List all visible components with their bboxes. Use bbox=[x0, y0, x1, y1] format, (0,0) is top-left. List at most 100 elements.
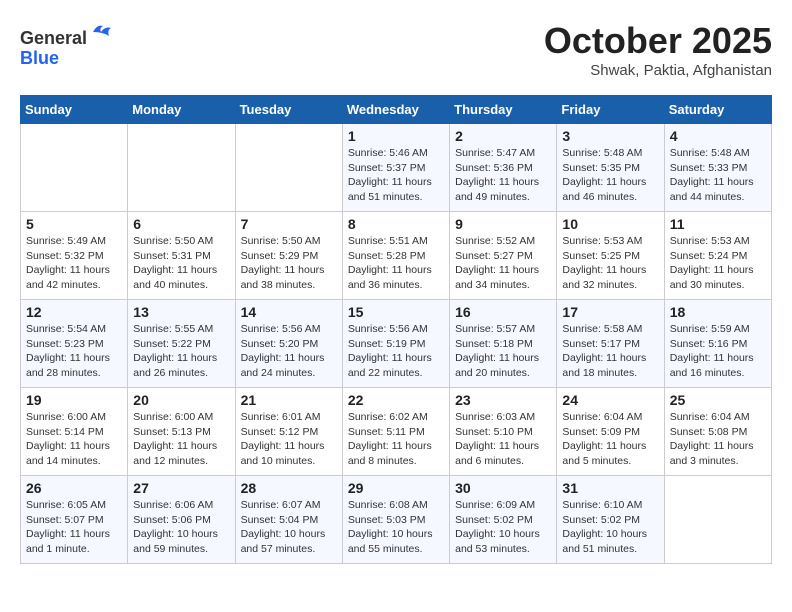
day-number: 3 bbox=[562, 128, 658, 144]
calendar-cell: 19 Sunrise: 6:00 AM Sunset: 5:14 PM Dayli… bbox=[21, 388, 128, 476]
day-number: 20 bbox=[133, 392, 229, 408]
calendar-cell: 27 Sunrise: 6:06 AM Sunset: 5:06 PM Dayli… bbox=[128, 476, 235, 564]
calendar-cell: 23 Sunrise: 6:03 AM Sunset: 5:10 PM Dayli… bbox=[450, 388, 557, 476]
month-title: October 2025 bbox=[544, 20, 772, 62]
logo-blue-text: Blue bbox=[20, 48, 59, 68]
day-info: Sunrise: 6:00 AM Sunset: 5:14 PM Dayligh… bbox=[26, 410, 122, 469]
day-info: Sunrise: 6:01 AM Sunset: 5:12 PM Dayligh… bbox=[241, 410, 337, 469]
day-number: 13 bbox=[133, 304, 229, 320]
day-number: 12 bbox=[26, 304, 122, 320]
calendar-cell: 29 Sunrise: 6:08 AM Sunset: 5:03 PM Dayli… bbox=[342, 476, 449, 564]
day-info: Sunrise: 5:52 AM Sunset: 5:27 PM Dayligh… bbox=[455, 234, 551, 293]
day-number: 16 bbox=[455, 304, 551, 320]
weekday-header-monday: Monday bbox=[128, 96, 235, 124]
weekday-header-sunday: Sunday bbox=[21, 96, 128, 124]
day-info: Sunrise: 5:53 AM Sunset: 5:25 PM Dayligh… bbox=[562, 234, 658, 293]
day-number: 19 bbox=[26, 392, 122, 408]
calendar-cell: 9 Sunrise: 5:52 AM Sunset: 5:27 PM Daylig… bbox=[450, 212, 557, 300]
day-number: 2 bbox=[455, 128, 551, 144]
day-number: 14 bbox=[241, 304, 337, 320]
day-info: Sunrise: 5:48 AM Sunset: 5:35 PM Dayligh… bbox=[562, 146, 658, 205]
day-info: Sunrise: 5:48 AM Sunset: 5:33 PM Dayligh… bbox=[670, 146, 766, 205]
weekday-header-saturday: Saturday bbox=[664, 96, 771, 124]
day-info: Sunrise: 5:50 AM Sunset: 5:31 PM Dayligh… bbox=[133, 234, 229, 293]
day-number: 15 bbox=[348, 304, 444, 320]
title-block: October 2025 Shwak, Paktia, Afghanistan bbox=[544, 20, 772, 79]
calendar-cell: 8Sunrise: 5:51 AM Sunset: 5:28 PM Daylig… bbox=[342, 212, 449, 300]
day-info: Sunrise: 6:00 AM Sunset: 5:13 PM Dayligh… bbox=[133, 410, 229, 469]
calendar-cell: 10 Sunrise: 5:53 AM Sunset: 5:25 PM Dayli… bbox=[557, 212, 664, 300]
day-info: Sunrise: 5:54 AM Sunset: 5:23 PM Dayligh… bbox=[26, 322, 122, 381]
day-number: 30 bbox=[455, 480, 551, 496]
calendar-cell: 13 Sunrise: 5:55 AM Sunset: 5:22 PM Dayli… bbox=[128, 300, 235, 388]
day-number: 24 bbox=[562, 392, 658, 408]
calendar-cell: 3 Sunrise: 5:48 AM Sunset: 5:35 PM Daylig… bbox=[557, 124, 664, 212]
location: Shwak, Paktia, Afghanistan bbox=[544, 62, 772, 79]
logo-general-text: General bbox=[20, 28, 87, 48]
calendar-cell: 7Sunrise: 5:50 AM Sunset: 5:29 PM Daylig… bbox=[235, 212, 342, 300]
day-number: 23 bbox=[455, 392, 551, 408]
calendar-cell: 2 Sunrise: 5:47 AM Sunset: 5:36 PM Daylig… bbox=[450, 124, 557, 212]
calendar-cell: 31 Sunrise: 6:10 AM Sunset: 5:02 PM Dayli… bbox=[557, 476, 664, 564]
day-info: Sunrise: 6:08 AM Sunset: 5:03 PM Dayligh… bbox=[348, 498, 444, 557]
day-info: Sunrise: 6:10 AM Sunset: 5:02 PM Dayligh… bbox=[562, 498, 658, 557]
calendar-week-row: 26 Sunrise: 6:05 AM Sunset: 5:07 PM Dayli… bbox=[21, 476, 772, 564]
day-info: Sunrise: 5:47 AM Sunset: 5:36 PM Dayligh… bbox=[455, 146, 551, 205]
calendar-cell bbox=[664, 476, 771, 564]
calendar-cell: 6 Sunrise: 5:50 AM Sunset: 5:31 PM Daylig… bbox=[128, 212, 235, 300]
day-number: 18 bbox=[670, 304, 766, 320]
day-info: Sunrise: 5:46 AM Sunset: 5:37 PM Dayligh… bbox=[348, 146, 444, 205]
day-number: 9 bbox=[455, 216, 551, 232]
calendar-cell: 15 Sunrise: 5:56 AM Sunset: 5:19 PM Dayli… bbox=[342, 300, 449, 388]
calendar-cell: 14Sunrise: 5:56 AM Sunset: 5:20 PM Dayli… bbox=[235, 300, 342, 388]
day-info: Sunrise: 6:05 AM Sunset: 5:07 PM Dayligh… bbox=[26, 498, 122, 557]
calendar-cell bbox=[128, 124, 235, 212]
calendar-cell: 4Sunrise: 5:48 AM Sunset: 5:33 PM Daylig… bbox=[664, 124, 771, 212]
calendar-cell: 20 Sunrise: 6:00 AM Sunset: 5:13 PM Dayli… bbox=[128, 388, 235, 476]
day-info: Sunrise: 6:04 AM Sunset: 5:08 PM Dayligh… bbox=[670, 410, 766, 469]
calendar-cell: 17Sunrise: 5:58 AM Sunset: 5:17 PM Dayli… bbox=[557, 300, 664, 388]
day-info: Sunrise: 5:59 AM Sunset: 5:16 PM Dayligh… bbox=[670, 322, 766, 381]
day-info: Sunrise: 6:09 AM Sunset: 5:02 PM Dayligh… bbox=[455, 498, 551, 557]
calendar-cell: 18 Sunrise: 5:59 AM Sunset: 5:16 PM Dayli… bbox=[664, 300, 771, 388]
day-info: Sunrise: 5:56 AM Sunset: 5:19 PM Dayligh… bbox=[348, 322, 444, 381]
day-number: 1 bbox=[348, 128, 444, 144]
day-info: Sunrise: 6:06 AM Sunset: 5:06 PM Dayligh… bbox=[133, 498, 229, 557]
calendar-cell: 30 Sunrise: 6:09 AM Sunset: 5:02 PM Dayli… bbox=[450, 476, 557, 564]
calendar-cell: 26 Sunrise: 6:05 AM Sunset: 5:07 PM Dayli… bbox=[21, 476, 128, 564]
day-number: 27 bbox=[133, 480, 229, 496]
day-info: Sunrise: 6:03 AM Sunset: 5:10 PM Dayligh… bbox=[455, 410, 551, 469]
day-info: Sunrise: 5:50 AM Sunset: 5:29 PM Dayligh… bbox=[241, 234, 337, 293]
day-info: Sunrise: 5:49 AM Sunset: 5:32 PM Dayligh… bbox=[26, 234, 122, 293]
day-number: 10 bbox=[562, 216, 658, 232]
calendar-cell: 24 Sunrise: 6:04 AM Sunset: 5:09 PM Dayli… bbox=[557, 388, 664, 476]
day-number: 29 bbox=[348, 480, 444, 496]
day-number: 22 bbox=[348, 392, 444, 408]
day-number: 8 bbox=[348, 216, 444, 232]
weekday-header-row: SundayMondayTuesdayWednesdayThursdayFrid… bbox=[21, 96, 772, 124]
day-number: 25 bbox=[670, 392, 766, 408]
calendar-cell: 22Sunrise: 6:02 AM Sunset: 5:11 PM Dayli… bbox=[342, 388, 449, 476]
day-info: Sunrise: 5:53 AM Sunset: 5:24 PM Dayligh… bbox=[670, 234, 766, 293]
page-header: General Blue October 2025 Shwak, Paktia,… bbox=[20, 20, 772, 79]
calendar-table: SundayMondayTuesdayWednesdayThursdayFrid… bbox=[20, 95, 772, 564]
day-number: 26 bbox=[26, 480, 122, 496]
calendar-cell: 5Sunrise: 5:49 AM Sunset: 5:32 PM Daylig… bbox=[21, 212, 128, 300]
day-number: 28 bbox=[241, 480, 337, 496]
day-info: Sunrise: 5:57 AM Sunset: 5:18 PM Dayligh… bbox=[455, 322, 551, 381]
calendar-cell bbox=[235, 124, 342, 212]
calendar-cell: 21Sunrise: 6:01 AM Sunset: 5:12 PM Dayli… bbox=[235, 388, 342, 476]
day-info: Sunrise: 5:55 AM Sunset: 5:22 PM Dayligh… bbox=[133, 322, 229, 381]
calendar-cell: 16 Sunrise: 5:57 AM Sunset: 5:18 PM Dayli… bbox=[450, 300, 557, 388]
logo-bird-icon bbox=[89, 20, 113, 44]
day-info: Sunrise: 6:07 AM Sunset: 5:04 PM Dayligh… bbox=[241, 498, 337, 557]
weekday-header-friday: Friday bbox=[557, 96, 664, 124]
logo: General Blue bbox=[20, 20, 113, 69]
calendar-cell: 25 Sunrise: 6:04 AM Sunset: 5:08 PM Dayli… bbox=[664, 388, 771, 476]
day-info: Sunrise: 6:04 AM Sunset: 5:09 PM Dayligh… bbox=[562, 410, 658, 469]
calendar-cell: 12 Sunrise: 5:54 AM Sunset: 5:23 PM Dayli… bbox=[21, 300, 128, 388]
day-number: 31 bbox=[562, 480, 658, 496]
day-number: 11 bbox=[670, 216, 766, 232]
day-number: 6 bbox=[133, 216, 229, 232]
weekday-header-thursday: Thursday bbox=[450, 96, 557, 124]
